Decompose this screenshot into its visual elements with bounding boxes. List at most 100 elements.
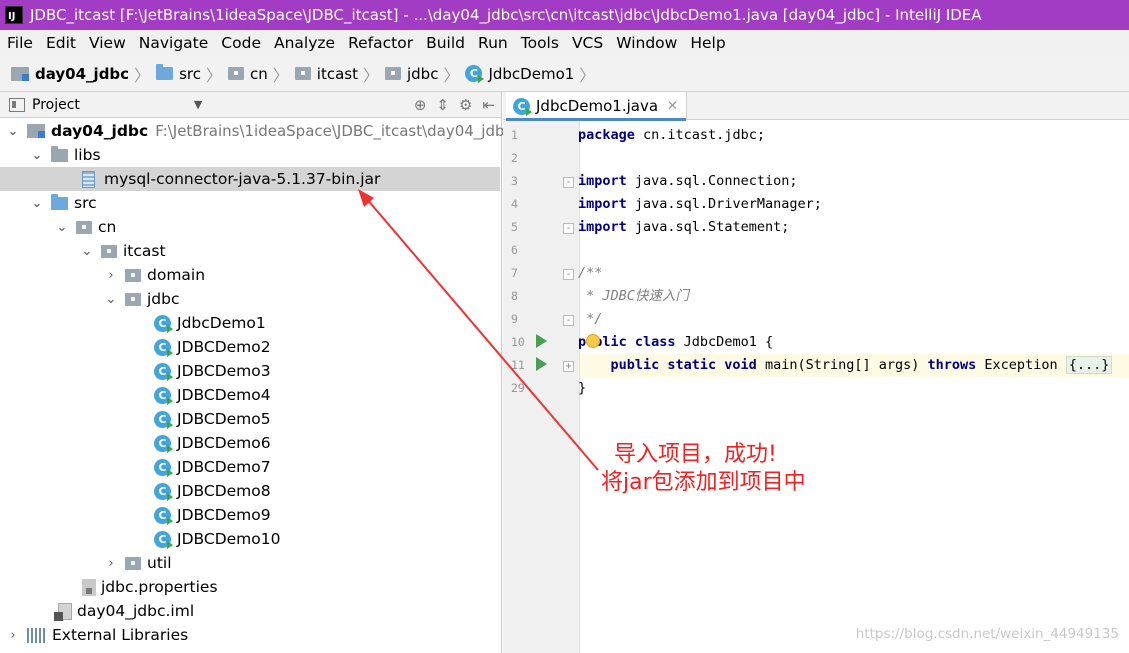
menu-navigate[interactable]: Navigate <box>132 30 215 56</box>
intention-bulb-icon[interactable] <box>586 334 600 348</box>
hide-icon[interactable]: ⇤ <box>482 96 495 114</box>
tree-item-label: mysql-connector-java-5.1.37-bin.jar <box>104 170 381 188</box>
keyword: import <box>578 219 627 235</box>
properties-file-icon <box>82 578 96 596</box>
tree-item-class[interactable]: C JDBCDemo7 <box>154 455 271 479</box>
package-icon <box>76 220 92 234</box>
menu-vcs[interactable]: VCS <box>565 30 609 56</box>
tree-item-label: domain <box>147 266 206 284</box>
chevron-down-icon[interactable]: ⌄ <box>5 124 21 139</box>
menu-run[interactable]: Run <box>471 30 514 56</box>
menu-help[interactable]: Help <box>683 30 731 56</box>
dropdown-arrow-icon[interactable]: ▼ <box>194 98 202 111</box>
locate-icon[interactable]: ⊕ <box>414 96 427 114</box>
tree-item-label: JdbcDemo1 <box>177 314 266 332</box>
collapse-all-icon[interactable]: ⇕ <box>436 96 449 114</box>
code-text: java.sql.DriverManager; <box>626 196 822 212</box>
tree-item-label: itcast <box>123 242 166 260</box>
class-icon: C <box>513 97 532 116</box>
project-pane-header: Project ▼ ⊕ ⇕ ⚙ ⇤ <box>0 92 501 118</box>
tree-item-domain[interactable]: › domain <box>103 263 205 287</box>
code-text: cn.itcast.jdbc; <box>634 127 765 143</box>
menu-refactor[interactable]: Refactor <box>341 30 419 56</box>
tree-item-label: day04_jdbc.iml <box>77 602 195 620</box>
watermark: https://blog.csdn.net/weixin_44949135 <box>855 626 1119 642</box>
chevron-down-icon[interactable]: ⌄ <box>79 244 95 259</box>
tab-jdbcdemo1[interactable]: C JdbcDemo1.java ✕ <box>506 92 687 121</box>
tree-item-libs[interactable]: ⌄ libs <box>29 143 101 167</box>
breadcrumb-item-jdbc[interactable]: jdbc 〉 <box>384 62 465 86</box>
chevron-down-icon[interactable]: ⌄ <box>29 196 45 211</box>
chevron-right-icon[interactable]: › <box>5 628 21 643</box>
package-icon <box>125 556 141 570</box>
code-text: Exception <box>976 357 1066 373</box>
menu-file[interactable]: File <box>0 30 39 56</box>
menu-edit[interactable]: Edit <box>39 30 82 56</box>
menu-code[interactable]: Code <box>214 30 267 56</box>
tree-item-external-libraries[interactable]: › External Libraries <box>5 623 188 647</box>
code-editor[interactable]: package cn.itcast.jdbc; import java.sql.… <box>578 121 1129 653</box>
fold-marker-icon[interactable]: - <box>563 269 574 280</box>
menu-build[interactable]: Build <box>419 30 471 56</box>
project-view-selector[interactable]: Project <box>32 97 80 113</box>
chevron-down-icon[interactable]: ⌄ <box>29 148 45 163</box>
tree-item-class[interactable]: C JDBCDemo10 <box>154 527 280 551</box>
tree-item-label: JDBCDemo7 <box>177 458 271 476</box>
expand-fold-icon[interactable]: + <box>563 361 574 372</box>
chevron-right-icon[interactable]: › <box>103 556 119 571</box>
line-number: 5 <box>511 220 518 234</box>
tree-item-itcast[interactable]: ⌄ itcast <box>79 239 166 263</box>
run-class-icon[interactable] <box>536 334 547 348</box>
tree-item-iml[interactable]: day04_jdbc.iml <box>54 599 195 623</box>
code-text: JdbcDemo1 { <box>675 334 774 350</box>
tree-item-src[interactable]: ⌄ src <box>29 191 97 215</box>
module-icon <box>11 66 29 81</box>
source-folder-icon <box>156 64 174 80</box>
class-icon: C <box>154 362 173 381</box>
tree-item-jdbc[interactable]: ⌄ jdbc <box>103 287 180 311</box>
tree-item-label: libs <box>74 146 101 164</box>
code-line-4: import java.sql.DriverManager; <box>578 193 822 216</box>
class-icon: C <box>154 458 173 477</box>
code-line-7: /** <box>578 265 603 281</box>
tree-item-cn[interactable]: ⌄ cn <box>54 215 117 239</box>
gear-icon[interactable]: ⚙ <box>459 96 472 114</box>
menu-tools[interactable]: Tools <box>514 30 565 56</box>
breadcrumb-item-class[interactable]: C JdbcDemo1 〉 <box>465 62 601 86</box>
tree-item-util[interactable]: › util <box>103 551 171 575</box>
breadcrumb-item-cn[interactable]: cn 〉 <box>228 62 295 86</box>
menu-analyze[interactable]: Analyze <box>267 30 341 56</box>
tree-item-properties[interactable]: jdbc.properties <box>82 575 218 599</box>
package-icon <box>228 67 244 80</box>
breadcrumb-item-src[interactable]: src 〉 <box>156 62 228 86</box>
chevron-down-icon[interactable]: ⌄ <box>103 292 119 307</box>
code-line-3: import java.sql.Connection; <box>578 170 797 193</box>
close-icon[interactable]: ✕ <box>667 99 678 114</box>
breadcrumb-item-itcast[interactable]: itcast 〉 <box>294 62 385 86</box>
tree-item-class[interactable]: C JDBCDemo3 <box>154 359 271 383</box>
fold-marker-icon[interactable]: - <box>563 177 574 188</box>
run-main-icon[interactable] <box>536 357 547 371</box>
tree-item-class[interactable]: C JDBCDemo4 <box>154 383 271 407</box>
menu-view[interactable]: View <box>82 30 132 56</box>
tree-item-class[interactable]: C JDBCDemo9 <box>154 503 271 527</box>
intellij-icon: IJ <box>5 6 23 24</box>
tree-item-class[interactable]: C JDBCDemo6 <box>154 431 271 455</box>
tree-item-class[interactable]: C JDBCDemo5 <box>154 407 271 431</box>
chevron-right-icon[interactable]: › <box>103 268 119 283</box>
breadcrumb-label: cn <box>250 64 268 83</box>
tree-item-jar[interactable]: mysql-connector-java-5.1.37-bin.jar <box>0 167 500 191</box>
chevron-down-icon[interactable]: ⌄ <box>54 220 70 235</box>
breadcrumb-item-module[interactable]: day04_jdbc 〉 <box>11 62 156 86</box>
tree-item-class[interactable]: C JDBCDemo2 <box>154 335 271 359</box>
fold-marker-icon[interactable]: - <box>563 223 574 234</box>
menu-window[interactable]: Window <box>609 30 683 56</box>
line-number: 3 <box>511 174 518 188</box>
tree-item-class[interactable]: C JdbcDemo1 <box>154 311 266 335</box>
class-icon: C <box>154 530 173 549</box>
folded-code-block[interactable]: {...} <box>1065 356 1113 374</box>
fold-marker-icon[interactable]: - <box>563 315 574 326</box>
tree-item-module[interactable]: ⌄ day04_jdbc F:\JetBrains\1ideaSpace\JDB… <box>5 119 513 143</box>
tree-item-class[interactable]: C JDBCDemo8 <box>154 479 271 503</box>
package-icon <box>294 67 311 80</box>
